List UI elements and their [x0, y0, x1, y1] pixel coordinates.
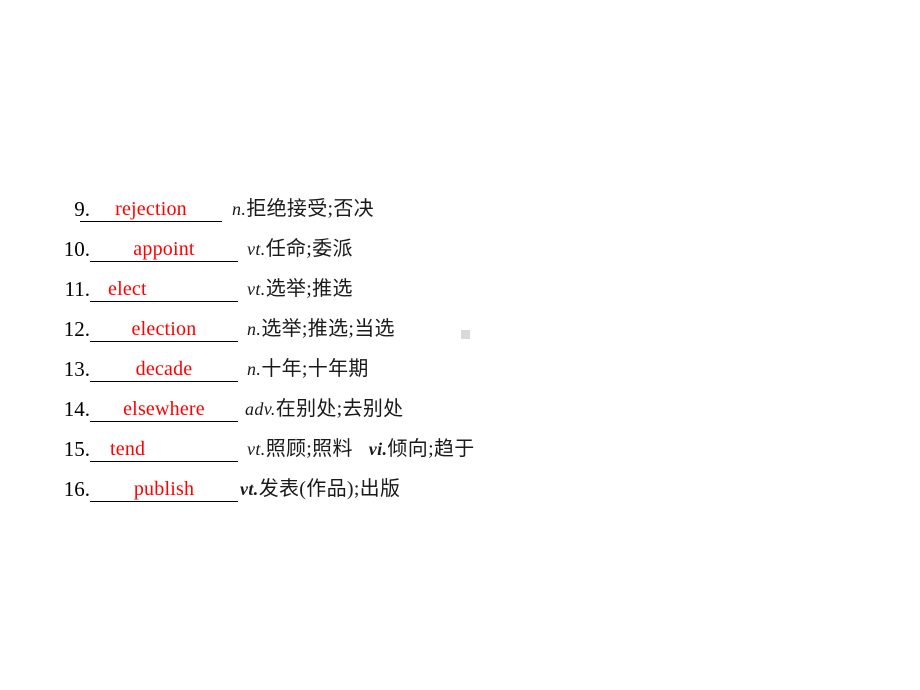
vocab-row: 12. election n.选举;推选;当选 [0, 316, 920, 356]
answer-text: appoint [133, 238, 195, 260]
definition: vt.发表(作品);出版 [240, 476, 400, 502]
vocab-row: 14. elsewhere adv.在别处;去别处 [0, 396, 920, 436]
gloss-text: 选举;推选 [265, 278, 353, 300]
part-of-speech: vt. [247, 439, 266, 459]
gloss-text: 发表(作品);出版 [258, 478, 401, 500]
answer-text: rejection [115, 198, 187, 220]
part-of-speech: vt. [247, 239, 266, 259]
vocab-row: 10. appoint vt.任命;委派 [0, 236, 920, 276]
part-of-speech-secondary: vi. [368, 439, 388, 459]
row-number: 16. [63, 477, 90, 501]
answer-blank[interactable]: election [90, 316, 238, 342]
row-number: 14. [63, 397, 90, 421]
definition: vt.选举;推选 [247, 276, 353, 302]
row-number: 15. [63, 437, 90, 461]
vocab-row: 13. decade n.十年;十年期 [0, 356, 920, 396]
answer-blank[interactable]: rejection [80, 196, 222, 222]
vocab-row: 9. rejection n.拒绝接受;否决 [0, 196, 920, 236]
answer-text: publish [133, 478, 195, 500]
definition: vt.照顾;照料 vi.倾向;趋于 [247, 436, 475, 462]
vocab-row: 16. publish vt.发表(作品);出版 [0, 476, 920, 516]
part-of-speech: n. [247, 359, 262, 379]
answer-text: decade [135, 358, 193, 380]
answer-blank[interactable]: appoint [90, 236, 238, 262]
row-number: 13. [63, 357, 90, 381]
vocab-row: 11. elect vt.选举;推选 [0, 276, 920, 316]
render-artifact [461, 330, 470, 339]
row-number: 10. [63, 237, 90, 261]
part-of-speech: adv. [245, 399, 276, 419]
row-number: 11. [64, 277, 90, 301]
gloss-text: 选举;推选;当选 [261, 318, 395, 340]
gloss-text: 任命;委派 [265, 238, 353, 260]
answer-blank[interactable]: elect [90, 276, 238, 302]
part-of-speech: n. [232, 199, 247, 219]
gloss-text: 照顾;照料 [265, 438, 353, 460]
part-of-speech: n. [247, 319, 262, 339]
answer-text: elsewhere [123, 398, 205, 420]
vocab-row: 15. tend vt.照顾;照料 vi.倾向;趋于 [0, 436, 920, 476]
definition: n.拒绝接受;否决 [232, 196, 374, 222]
row-number: 12. [63, 317, 90, 341]
answer-blank[interactable]: tend [90, 436, 238, 462]
gloss-text-secondary: 倾向;趋于 [387, 438, 475, 460]
definition: vt.任命;委派 [247, 236, 353, 262]
definition: n.十年;十年期 [247, 356, 369, 382]
gloss-text: 十年;十年期 [261, 358, 369, 380]
answer-blank[interactable]: decade [90, 356, 238, 382]
gloss-text: 在别处;去别处 [275, 398, 404, 420]
answer-text: tend [110, 438, 146, 460]
answer-blank[interactable]: publish [90, 476, 238, 502]
answer-blank[interactable]: elsewhere [90, 396, 238, 422]
vocabulary-list: 9. rejection n.拒绝接受;否决 10. appoint vt.任命… [0, 196, 920, 516]
definition: adv.在别处;去别处 [245, 396, 403, 422]
answer-text: elect [108, 278, 147, 300]
gloss-text: 拒绝接受;否决 [246, 198, 374, 220]
part-of-speech: vt. [240, 479, 259, 499]
answer-text: election [131, 318, 197, 340]
definition: n.选举;推选;当选 [247, 316, 395, 342]
part-of-speech: vt. [247, 279, 266, 299]
slide-canvas: 9. rejection n.拒绝接受;否决 10. appoint vt.任命… [0, 0, 920, 690]
